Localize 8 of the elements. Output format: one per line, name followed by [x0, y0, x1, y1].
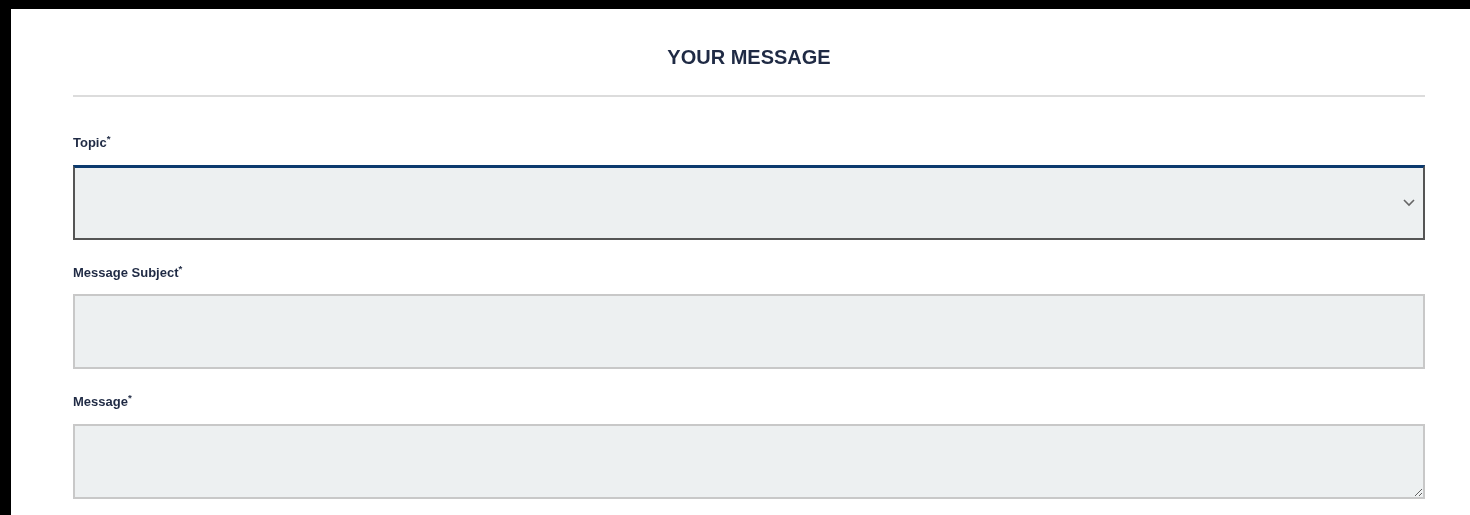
field-label: Message Subject$^{*}$: [73, 262, 183, 282]
section-title: YOUR MESSAGE: [667, 45, 831, 70]
field-label: Topic$^{*}$: [73, 133, 111, 152]
chevron-down-icon: [1403, 198, 1415, 207]
message-textarea[interactable]: [73, 423, 1425, 499]
field-label: Message$^{*}$: [73, 392, 132, 411]
topic-dropdown[interactable]: [73, 164, 1425, 240]
input-field[interactable]: [73, 294, 1425, 369]
